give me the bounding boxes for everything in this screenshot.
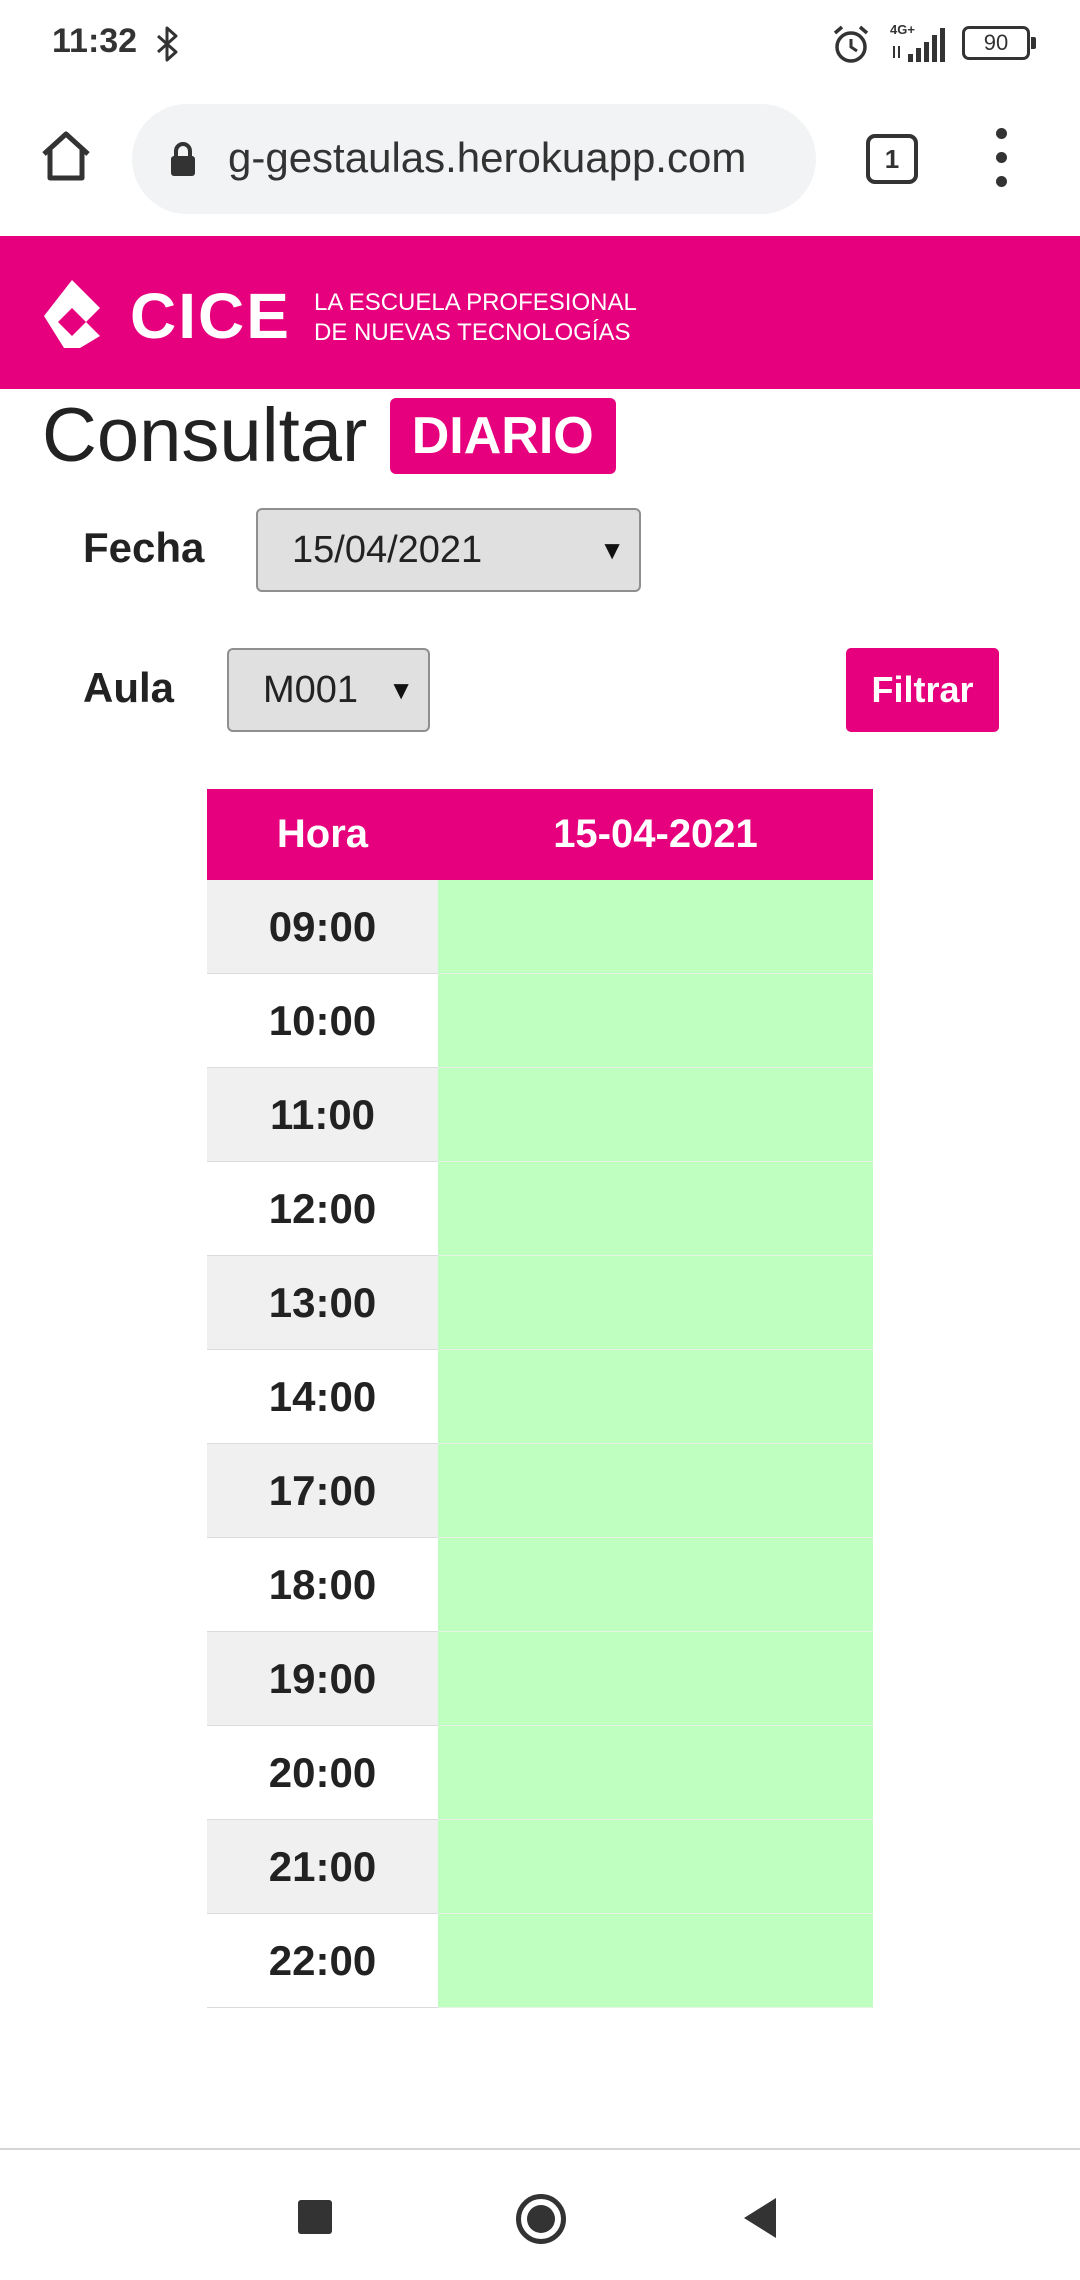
table-row: 12:00 (207, 1162, 873, 1256)
slot-cell[interactable] (438, 1256, 873, 1350)
slot-cell[interactable] (438, 1632, 873, 1726)
logo-tagline-1: LA ESCUELA PROFESIONAL (314, 289, 637, 316)
table-row: 21:00 (207, 1820, 873, 1914)
slot-cell[interactable] (438, 1914, 873, 2008)
hour-cell: 12:00 (207, 1162, 438, 1256)
tab-count: 1 (884, 144, 900, 174)
hour-cell: 21:00 (207, 1820, 438, 1914)
home-circle-icon[interactable] (516, 2194, 566, 2244)
logo-tagline-2: DE NUEVAS TECNOLOGÍAS (314, 319, 631, 346)
hour-cell: 22:00 (207, 1914, 438, 2008)
address-bar[interactable]: g-gestaulas.herokuapp.com (132, 104, 816, 214)
slot-cell[interactable] (438, 1350, 873, 1444)
table-row: 14:00 (207, 1350, 873, 1444)
hour-cell: 18:00 (207, 1538, 438, 1632)
room-select-value: M001 (263, 669, 359, 711)
table-row: 22:00 (207, 1914, 873, 2008)
home-icon[interactable] (36, 126, 96, 186)
room-label: Aula (83, 664, 175, 711)
chevron-down-icon: ▼ (388, 675, 414, 705)
hour-cell: 11:00 (207, 1068, 438, 1162)
more-vert-icon[interactable] (984, 128, 1020, 188)
browser-toolbar: g-gestaulas.herokuapp.com 1 (0, 90, 1080, 236)
slot-cell[interactable] (438, 1538, 873, 1632)
battery-icon: 90 (962, 26, 1036, 60)
site-header: CICE LA ESCUELA PROFESIONAL DE NUEVAS TE… (0, 236, 1080, 389)
battery-level: 90 (983, 30, 1009, 55)
slot-cell[interactable] (438, 1726, 873, 1820)
hour-cell: 17:00 (207, 1444, 438, 1538)
slot-cell[interactable] (438, 1820, 873, 1914)
hour-cell: 20:00 (207, 1726, 438, 1820)
header-day: 15-04-2021 (553, 812, 758, 856)
system-nav-bar (0, 2148, 1080, 2280)
header-hour: Hora (276, 812, 369, 856)
filter-button[interactable]: Filtrar (846, 648, 999, 732)
tabs-icon[interactable]: 1 (866, 134, 918, 184)
recents-icon[interactable] (298, 2200, 332, 2234)
schedule-header: Hora 15-04-2021 (207, 789, 873, 880)
date-label: Fecha (83, 524, 205, 571)
schedule-body: 09:00 10:00 11:00 12:00 13:00 14:00 17:00 18:00… (207, 880, 873, 2008)
table-row: 13:00 (207, 1256, 873, 1350)
slot-cell[interactable] (438, 880, 873, 974)
hour-cell: 10:00 (207, 974, 438, 1068)
schedule-table: Hora 15-04-2021 09:00 10:00 11:00 12:00 13:0… (207, 789, 873, 2008)
screen: 11:32 4G+ 90 g-gestaulas.herokuapp.com 1… (0, 0, 1080, 2280)
table-row: 18:00 (207, 1538, 873, 1632)
table-row: 17:00 (207, 1444, 873, 1538)
slot-cell[interactable] (438, 974, 873, 1068)
table-row: 20:00 (207, 1726, 873, 1820)
table-row: 19:00 (207, 1632, 873, 1726)
date-select-value: 15/04/2021 (292, 529, 483, 571)
room-select[interactable]: M001 ▼ (227, 648, 430, 732)
status-time: 11:32 (52, 22, 138, 60)
page-heading: Consultar DIARIO (42, 392, 616, 482)
alarm-icon (833, 25, 869, 63)
table-row: 11:00 (207, 1068, 873, 1162)
signal-icon: 4G+ (882, 22, 952, 66)
bluetooth-icon (157, 26, 178, 62)
page-title: Consultar (42, 393, 368, 478)
table-row: 10:00 (207, 974, 873, 1068)
logo-wordmark: CICE (130, 280, 291, 352)
status-bar: 11:32 4G+ 90 (0, 0, 1080, 90)
hour-cell: 14:00 (207, 1350, 438, 1444)
hour-cell: 19:00 (207, 1632, 438, 1726)
back-icon[interactable] (744, 2198, 776, 2238)
url-text: g-gestaulas.herokuapp.com (228, 134, 747, 181)
date-select[interactable]: 15/04/2021 ▼ (256, 508, 641, 592)
hour-cell: 09:00 (207, 880, 438, 974)
slot-cell[interactable] (438, 1444, 873, 1538)
mode-badge: DIARIO (389, 397, 616, 474)
table-row: 09:00 (207, 880, 873, 974)
slot-cell[interactable] (438, 1162, 873, 1256)
cice-logo[interactable]: CICE LA ESCUELA PROFESIONAL DE NUEVAS TE… (42, 270, 642, 360)
hour-cell: 13:00 (207, 1256, 438, 1350)
slot-cell[interactable] (438, 1068, 873, 1162)
chevron-down-icon: ▼ (599, 535, 625, 565)
lock-icon (171, 142, 195, 176)
